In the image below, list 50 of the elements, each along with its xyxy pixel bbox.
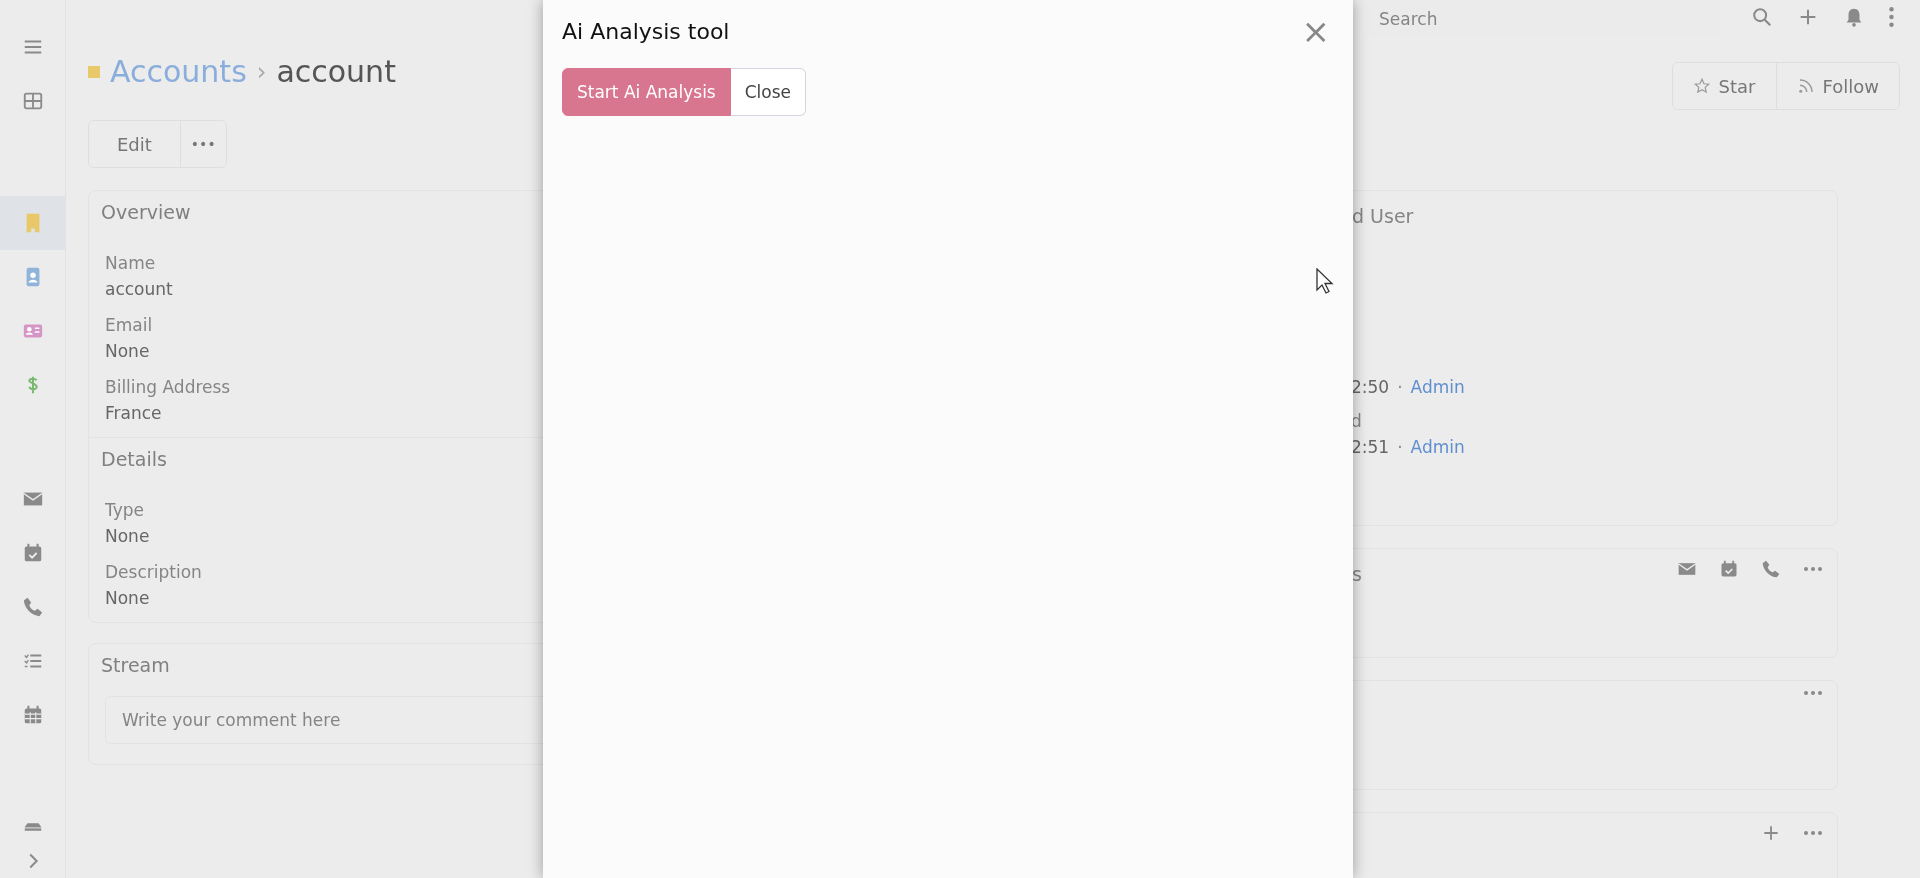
close-button[interactable]: × <box>1297 14 1334 48</box>
field-label: Name <box>105 253 157 273</box>
search-icon <box>1751 6 1773 28</box>
field-label: Billing Address <box>105 377 232 397</box>
separator-dot: · <box>1397 377 1403 397</box>
more-button[interactable] <box>1803 691 1823 695</box>
breadcrumb-link[interactable]: Accounts <box>110 54 247 89</box>
field-label: Type <box>105 500 146 520</box>
calendar-button[interactable] <box>1719 559 1739 579</box>
panel-title: Details <box>100 447 168 472</box>
start-analysis-button[interactable]: Start Ai Analysis <box>562 68 731 116</box>
more-button[interactable] <box>1803 831 1823 835</box>
more-button[interactable]: ••• <box>179 121 226 167</box>
grid-icon <box>21 90 44 112</box>
field-value: account <box>105 279 174 299</box>
user-link[interactable]: Admin <box>1410 377 1465 397</box>
panel-title: d User <box>1351 205 1414 227</box>
field-label: Email <box>105 315 154 335</box>
field-value: None <box>105 341 151 361</box>
modal-title: Ai Analysis tool <box>562 18 730 44</box>
kebab-icon <box>1889 7 1894 27</box>
user-link[interactable]: Admin <box>1410 437 1465 457</box>
more-icon <box>1803 831 1823 835</box>
follow-button[interactable]: Follow <box>1775 63 1899 109</box>
calendar-icon <box>1719 559 1739 579</box>
field-value: None <box>105 526 151 546</box>
phone-icon <box>21 596 44 618</box>
field-label: Description <box>105 562 203 582</box>
breadcrumb-separator: › <box>256 57 267 86</box>
field-value: France <box>105 403 163 423</box>
more-icon <box>1803 691 1823 695</box>
phone-button[interactable] <box>1761 559 1781 579</box>
star-icon <box>1692 77 1711 95</box>
phone-icon <box>1761 559 1781 579</box>
record-title: account <box>276 54 396 89</box>
separator-dot: · <box>1397 437 1403 457</box>
field-value: None <box>105 588 151 608</box>
field-value: 2:50 <box>1351 377 1390 397</box>
rss-icon <box>1796 77 1815 95</box>
plus-icon <box>1761 823 1781 843</box>
close-button[interactable]: Close <box>730 68 807 116</box>
field-value: 2:51 <box>1351 437 1390 457</box>
panel-title: Overview <box>100 200 192 225</box>
entity-square-icon <box>88 65 100 78</box>
panel-title: Stream <box>100 653 171 678</box>
panel-title: s <box>1351 563 1362 585</box>
cursor-icon <box>1316 268 1334 294</box>
more-icon <box>1803 567 1823 571</box>
more-button[interactable] <box>1803 567 1823 571</box>
plus-button[interactable] <box>1761 823 1781 843</box>
